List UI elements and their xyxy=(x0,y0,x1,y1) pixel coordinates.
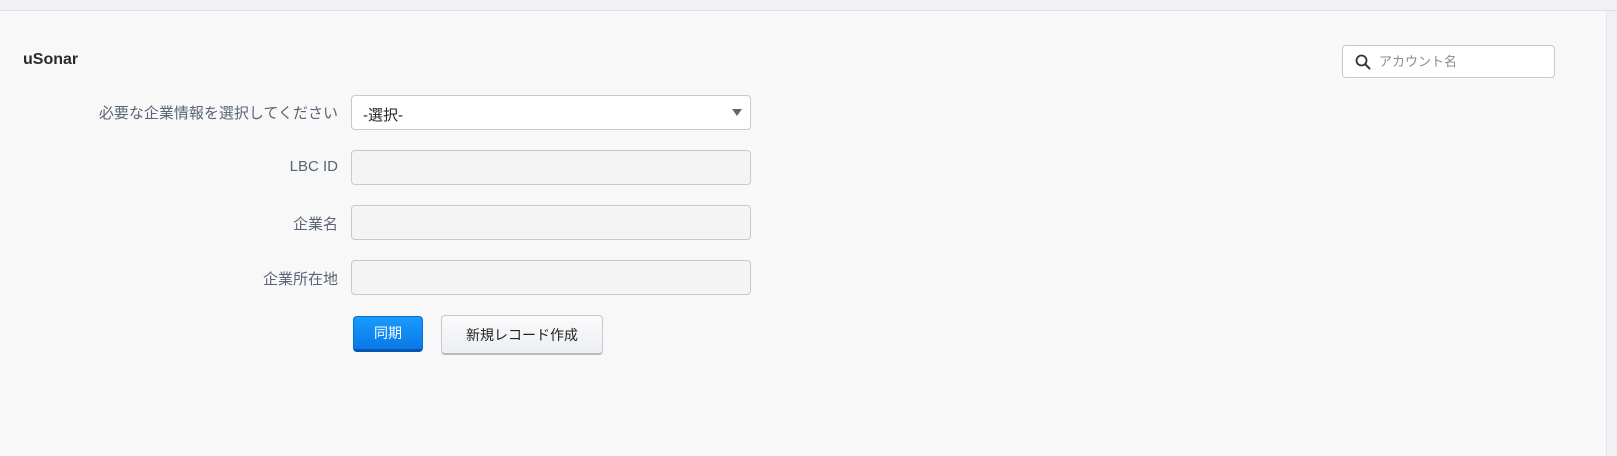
lbc-id-label: LBC ID xyxy=(289,158,338,175)
top-bar xyxy=(0,0,1617,11)
account-search-box[interactable] xyxy=(1342,45,1555,78)
company-name-label: 企業名 xyxy=(292,216,338,233)
right-scroll-rail[interactable] xyxy=(1606,11,1617,456)
company-info-label: 必要な企業情報を選択してください xyxy=(98,105,338,122)
dropdown-arrow-icon xyxy=(732,109,742,116)
new-record-button[interactable]: 新規レコード作成 xyxy=(441,315,603,355)
company-name-input[interactable] xyxy=(351,205,751,240)
search-icon xyxy=(1355,54,1371,70)
app-title: uSonar xyxy=(23,51,79,68)
company-info-selected-value: -選択- xyxy=(363,107,403,124)
company-info-select[interactable]: -選択- xyxy=(351,95,751,130)
sync-button[interactable]: 同期 xyxy=(353,316,423,352)
company-address-input[interactable] xyxy=(351,260,751,295)
account-search-input[interactable] xyxy=(1379,50,1549,73)
lbc-id-input[interactable] xyxy=(351,150,751,185)
company-address-label: 企業所在地 xyxy=(262,271,338,288)
